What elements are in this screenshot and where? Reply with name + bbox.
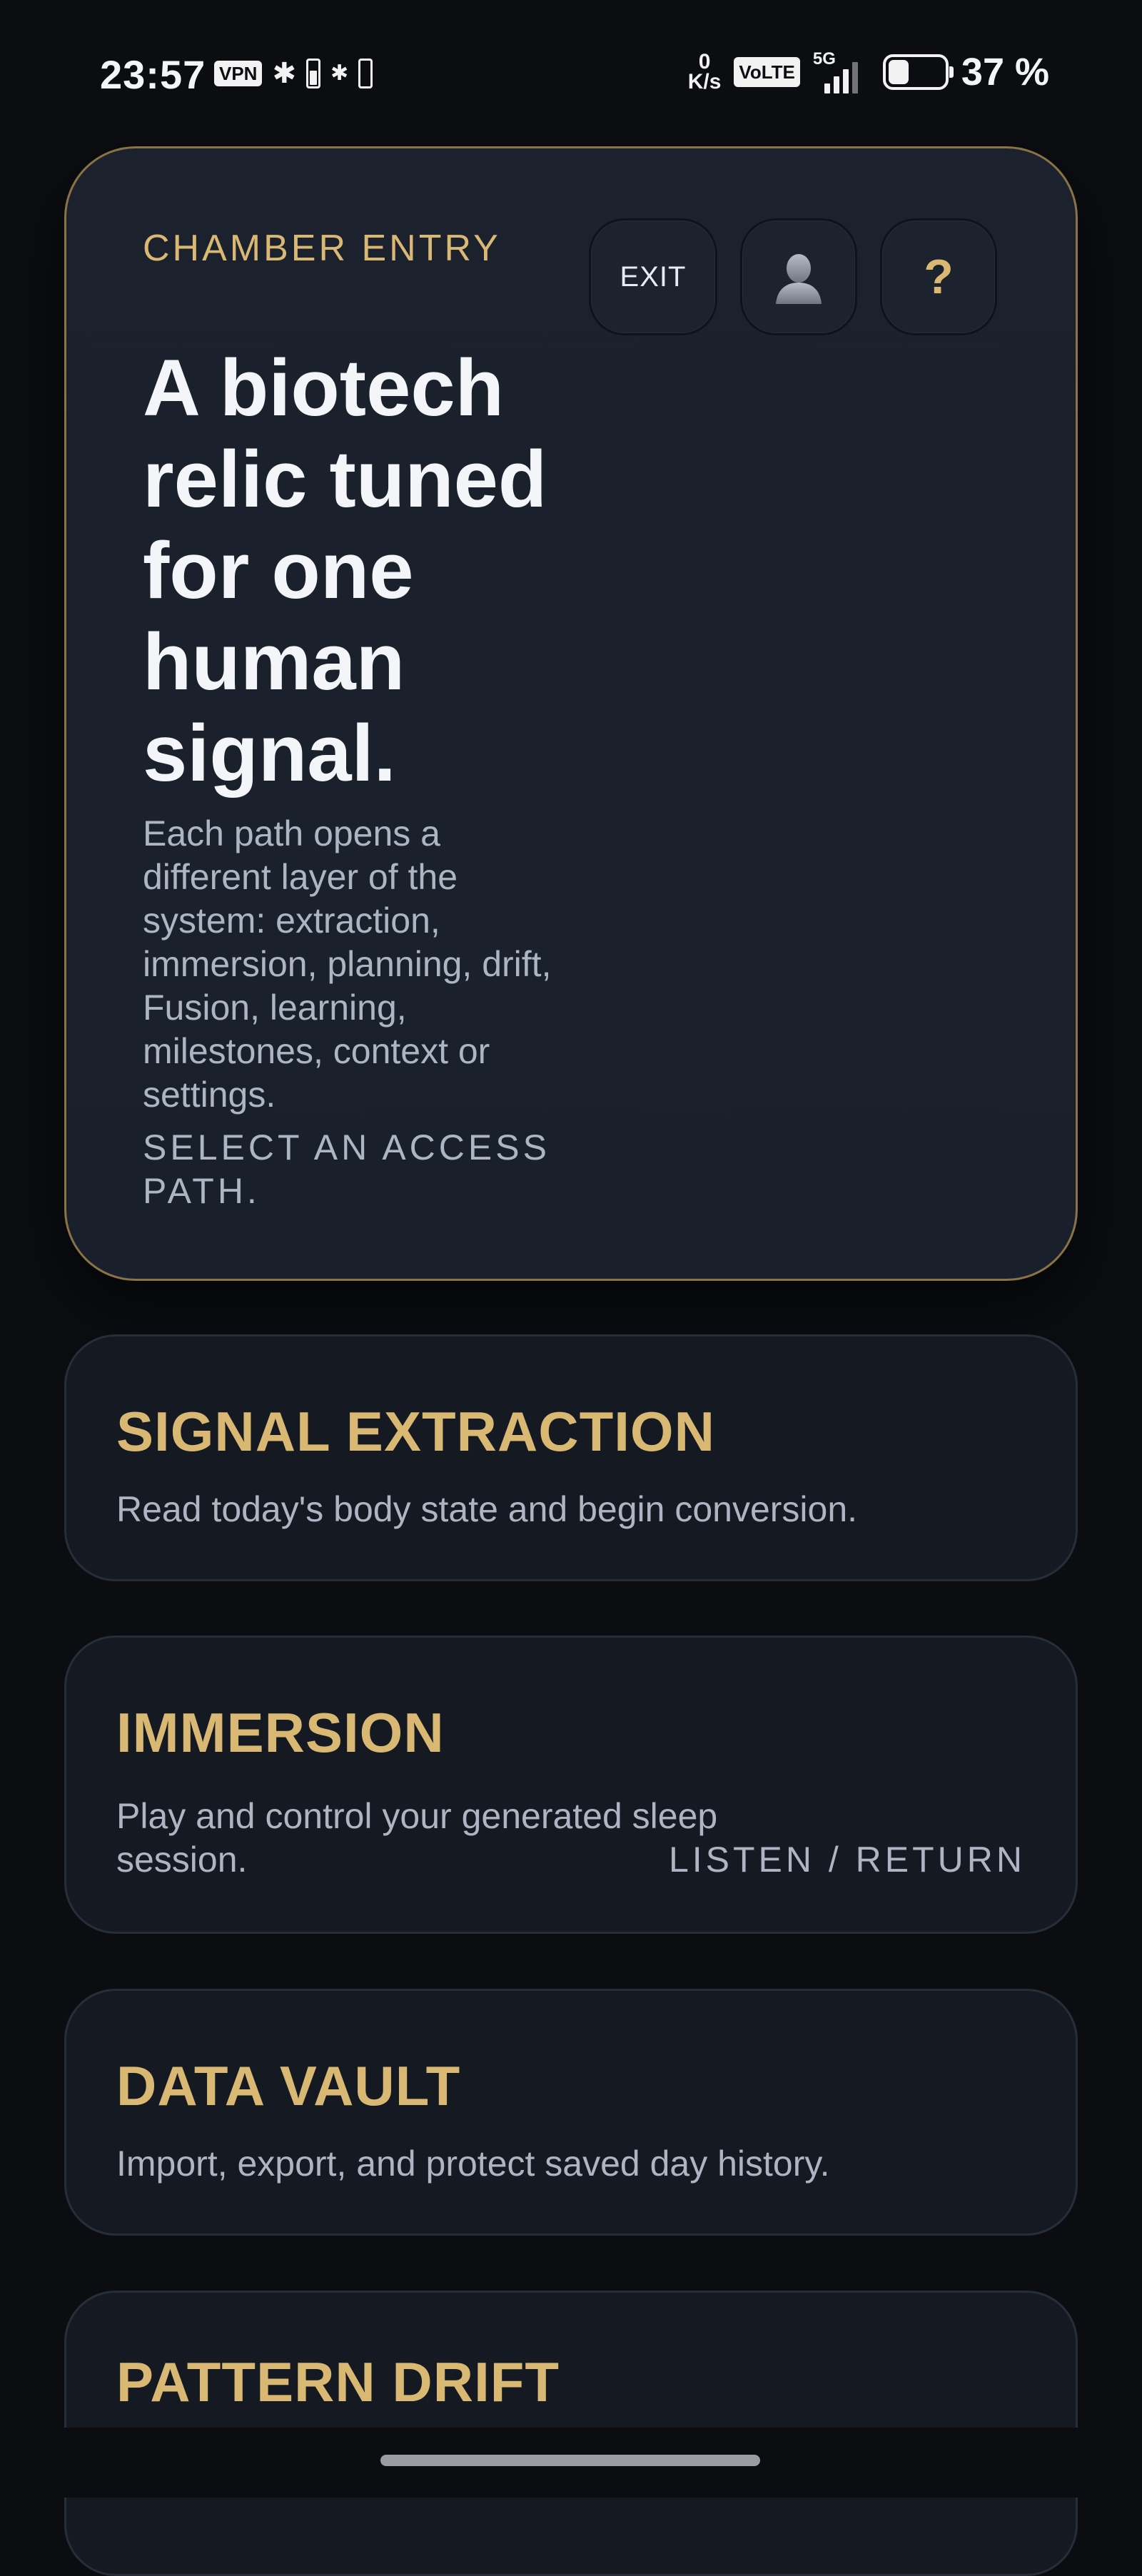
- headset-battery-icon: [305, 59, 320, 88]
- status-right-icons: 0 K/s VoLTE 5G 37 %: [687, 49, 1049, 94]
- bluetooth-secondary-icon: ✱: [330, 61, 349, 85]
- path-card-immersion[interactable]: IMMERSION Play and control your generate…: [64, 1636, 1078, 1934]
- chamber-entry-card: CHAMBER ENTRY EXIT ? A biotech relic tun…: [64, 146, 1078, 1281]
- path-card-title: SIGNAL EXTRACTION: [116, 1400, 715, 1463]
- battery-icon: [882, 54, 954, 90]
- chamber-entry-label: CHAMBER ENTRY: [143, 228, 501, 269]
- path-card-description: Play and control your generated sleep se…: [116, 1796, 718, 1880]
- path-card-title: IMMERSION: [116, 1701, 445, 1764]
- user-silhouette-icon: [776, 254, 822, 304]
- battery-fill: [888, 60, 909, 84]
- help-button[interactable]: ?: [880, 218, 997, 335]
- hero-title: A biotech relic tuned for one human sign…: [143, 343, 547, 798]
- path-card-description: Import, export, and protect saved day hi…: [116, 2144, 830, 2184]
- network-speed-unit: K/s: [687, 70, 722, 93]
- signal-bars: [824, 62, 858, 93]
- bluetooth-icon: ✱: [272, 58, 296, 89]
- status-left-icons: VPN ✱ ✱: [214, 59, 373, 88]
- path-card-title: DATA VAULT: [116, 2054, 461, 2117]
- volte-icon: VoLTE: [734, 57, 800, 87]
- path-card-title: PATTERN DRIFT: [116, 2351, 560, 2413]
- home-indicator[interactable]: [380, 2455, 760, 2466]
- status-time: 23:57: [100, 52, 206, 97]
- access-path-prompt: SELECT AN ACCESS PATH.: [143, 1127, 550, 1211]
- cellular-signal-icon: 5G: [813, 49, 870, 93]
- path-card-data-vault[interactable]: DATA VAULT Import, export, and protect s…: [64, 1989, 1078, 2236]
- battery-percentage: 37 %: [961, 51, 1049, 93]
- vpn-icon: VPN: [214, 61, 263, 86]
- path-card-signal-extraction[interactable]: SIGNAL EXTRACTION Read today's body stat…: [64, 1334, 1078, 1581]
- hero-actions: EXIT ?: [589, 218, 997, 335]
- exit-button-label: EXIT: [620, 260, 687, 293]
- path-card-description: Read today's body state and begin conver…: [116, 1489, 858, 1529]
- help-button-label: ?: [924, 250, 954, 304]
- status-bar: 23:57 VPN ✱ ✱ 0 K/s VoLTE 5G 37 %: [0, 0, 1142, 150]
- vibrate-icon: [358, 59, 373, 88]
- network-speed-value: 0: [698, 50, 711, 73]
- hero-description: Each path opens a different layer of the…: [143, 813, 552, 1115]
- exit-button[interactable]: EXIT: [589, 218, 717, 335]
- profile-button[interactable]: [740, 218, 857, 335]
- path-card-tag: LISTEN / RETURN: [668, 1840, 1026, 1880]
- network-speed: 0 K/s: [687, 50, 722, 93]
